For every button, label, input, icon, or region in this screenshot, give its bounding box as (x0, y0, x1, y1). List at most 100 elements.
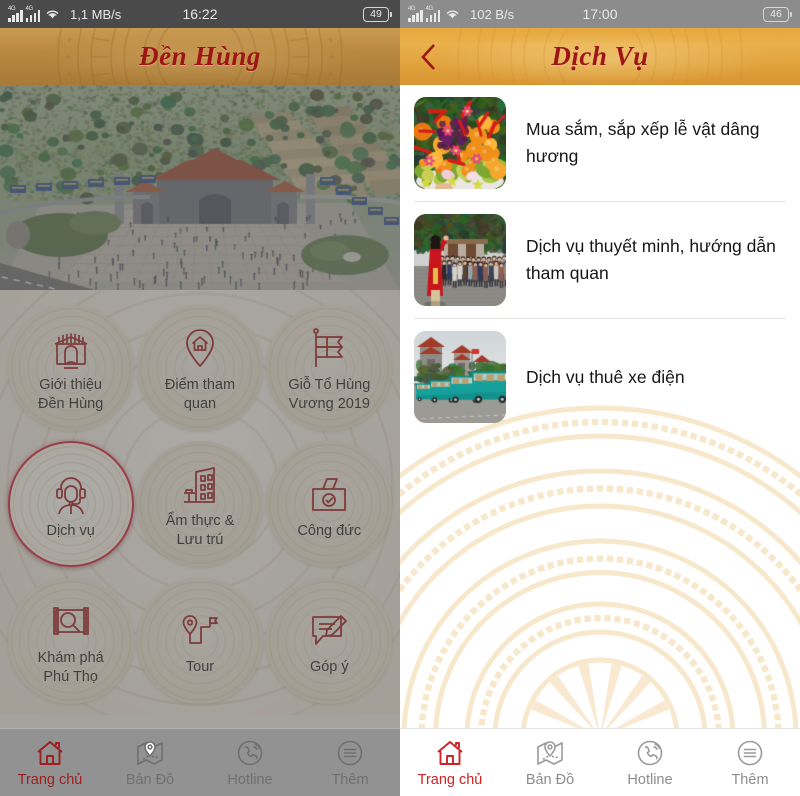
menu-item-label: Công đức (297, 522, 362, 539)
list-item[interactable]: Dịch vụ thuê xe điện (400, 319, 800, 435)
list-divider (414, 318, 786, 319)
tab-label: Thêm (731, 771, 769, 788)
left-phone-screen-home: 4G 4G 1,1 MB/s 16:22 49 Đền Hùng Giới th… (0, 0, 400, 796)
battery-tip (790, 11, 792, 17)
map-magnifier-icon (47, 595, 95, 647)
battery-indicator: 49 (363, 6, 392, 22)
home-icon (35, 738, 65, 768)
right-phone-screen-services: 4G 4G 102 B/s 17:00 46 Dịch Vụ Mua sắm, … (400, 0, 800, 796)
app-header: Đền Hùng (0, 28, 400, 85)
grid-cell: Giới thiệu Đền Hùng (6, 300, 135, 436)
menu-item-label: Dịch vụ (46, 522, 95, 539)
list-item-label: Dịch vụ thuyết minh, hướng dẫn tham quan (526, 236, 776, 283)
tab-label: Trang chủ (17, 771, 83, 788)
wifi-icon (45, 8, 60, 22)
bottom-tab-bar: Trang chủ Bản Đồ Hotline Thêm (0, 728, 400, 796)
network-speed-label: 1,1 MB/s (70, 6, 122, 22)
network-type-label-2: 4G (25, 5, 34, 12)
battery-tip (390, 11, 392, 17)
grid-cell: Giỗ Tổ Hùng Vương 2019 (265, 300, 394, 436)
tab-label: Hotline (227, 771, 273, 788)
list-item-thumbnail (414, 214, 506, 306)
status-bar: 4G 4G 1,1 MB/s 16:22 49 (0, 0, 400, 28)
tab-thêm[interactable]: Thêm (700, 738, 800, 788)
list-item-label: Mua sắm, sắp xếp lễ vật dâng hương (526, 119, 760, 166)
map-icon (535, 738, 565, 768)
network-speed-label: 102 B/s (470, 6, 515, 22)
home-icon (435, 738, 465, 768)
tab-trang-chủ[interactable]: Trang chủ (0, 738, 100, 788)
menu-item-label: Giới thiệu Đền Hùng (38, 377, 104, 413)
app-header-right: Dịch Vụ (400, 28, 800, 85)
page-title: Dịch Vụ (551, 41, 649, 71)
hero-image[interactable] (0, 85, 400, 290)
menu-item-5[interactable]: Ẩm thực & Lưu trú (136, 441, 263, 568)
services-body: Mua sắm, sắp xếp lễ vật dâng hương Dịch v… (400, 85, 800, 796)
home-body: Giới thiệu Đền Hùng Điểm tham quan Giỗ Tổ … (0, 85, 400, 796)
map-icon (135, 738, 165, 768)
list-item-thumbnail (414, 97, 506, 189)
tab-bản-đồ[interactable]: Bản Đồ (100, 738, 200, 788)
signal-bars-icon-2: 4G (25, 5, 40, 22)
menu-item-8[interactable]: Tour (136, 577, 263, 704)
menu-item-4[interactable]: Dịch vụ (7, 441, 134, 568)
signal-bars-icon: 4G (8, 5, 23, 22)
network-type-label: 4G (408, 5, 416, 12)
menu-item-9[interactable]: Góp ý (266, 577, 393, 704)
back-button[interactable] (414, 40, 444, 74)
list-item-thumbnail (414, 331, 506, 423)
tab-hotline[interactable]: Hotline (600, 738, 700, 788)
tab-label: Trang chủ (417, 771, 483, 788)
battery-indicator: 46 (763, 6, 792, 22)
list-item[interactable]: Mua sắm, sắp xếp lễ vật dâng hương (400, 85, 800, 201)
grid-cell: Dịch vụ (6, 436, 135, 572)
hamburger-menu-icon (735, 738, 765, 768)
tab-label: Thêm (331, 771, 369, 788)
grid-cell: Góp ý (265, 573, 394, 709)
hotel-building-icon (176, 458, 224, 510)
network-type-label: 4G (8, 5, 16, 12)
status-icons: 4G 4G 1,1 MB/s (8, 5, 122, 22)
grid-cell: Công đức (265, 436, 394, 572)
signal-bars-icon: 4G (408, 5, 423, 22)
chevron-left-icon (421, 43, 435, 70)
list-divider (414, 201, 786, 202)
dual-screenshot-comparison: 4G 4G 1,1 MB/s 16:22 49 Đền Hùng Giới th… (0, 0, 800, 796)
temple-gate-icon (47, 322, 95, 374)
tab-bản-đồ[interactable]: Bản Đồ (500, 738, 600, 788)
menu-item-label: Khám phá Phú Thọ (37, 649, 104, 685)
route-flag-icon (176, 604, 224, 656)
tab-label: Bản Đồ (125, 771, 175, 788)
services-list: Mua sắm, sắp xếp lễ vật dâng hương Dịch v… (400, 85, 800, 435)
headset-support-icon (47, 468, 95, 520)
battery-percent-label: 46 (763, 6, 789, 22)
grid-cell: Ẩm thực & Lưu trú (135, 436, 264, 572)
menu-grid-container: Giới thiệu Đền Hùng Điểm tham quan Giỗ Tổ … (0, 290, 400, 715)
grid-cell: Khám phá Phú Thọ (6, 573, 135, 709)
menu-item-3[interactable]: Giỗ Tổ Hùng Vương 2019 (266, 305, 393, 432)
network-type-label-2: 4G (425, 5, 434, 12)
menu-item-1[interactable]: Giới thiệu Đền Hùng (7, 305, 134, 432)
list-item-label: Dịch vụ thuê xe điện (526, 366, 685, 387)
menu-item-7[interactable]: Khám phá Phú Thọ (7, 577, 134, 704)
menu-item-label: Tour (185, 659, 215, 676)
status-bar-right: 4G 4G 102 B/s 17:00 46 (400, 0, 800, 28)
menu-item-label: Điểm tham quan (164, 377, 236, 413)
phone-ring-icon (635, 738, 665, 768)
menu-grid: Giới thiệu Đền Hùng Điểm tham quan Giỗ Tổ … (0, 290, 400, 715)
bottom-tab-bar-right: Trang chủ Bản Đồ Hotline Thêm (400, 728, 800, 796)
tab-hotline[interactable]: Hotline (200, 738, 300, 788)
menu-item-label: Giỗ Tổ Hùng Vương 2019 (288, 377, 371, 413)
map-pin-house-icon (176, 322, 224, 374)
tab-trang-chủ[interactable]: Trang chủ (400, 738, 500, 788)
tab-thêm[interactable]: Thêm (300, 738, 400, 788)
wifi-icon (445, 8, 460, 22)
grid-cell: Điểm tham quan (135, 300, 264, 436)
menu-item-2[interactable]: Điểm tham quan (136, 305, 263, 432)
menu-item-label: Ẩm thực & Lưu trú (165, 513, 235, 549)
page-title: Đền Hùng (139, 41, 261, 71)
menu-item-6[interactable]: Công đức (266, 441, 393, 568)
signal-bars-icon-2: 4G (425, 5, 440, 22)
list-item[interactable]: Dịch vụ thuyết minh, hướng dẫn tham quan (400, 202, 800, 318)
flag-banner-icon (305, 322, 353, 374)
